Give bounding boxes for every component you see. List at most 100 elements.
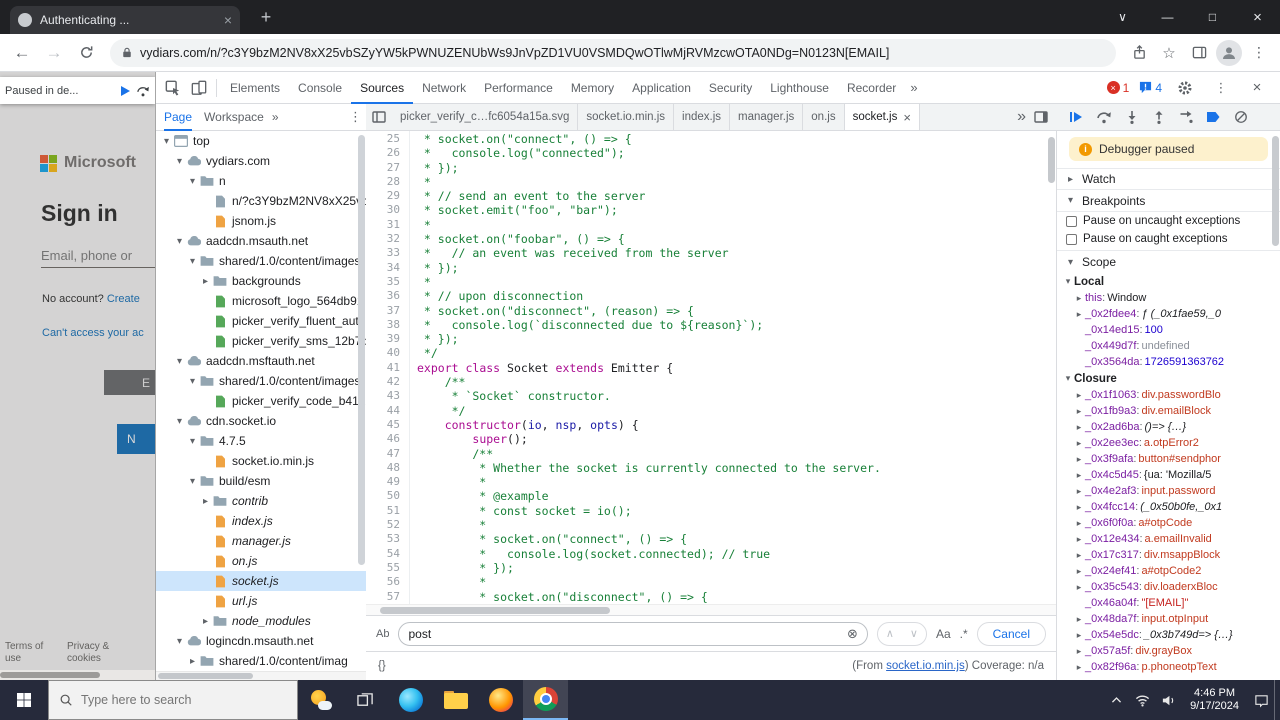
navigator-tab-page[interactable]: Page bbox=[164, 104, 192, 131]
format-code-button[interactable]: {} bbox=[378, 660, 386, 672]
step-into-button[interactable] bbox=[1125, 110, 1139, 124]
tree-item[interactable]: index.js bbox=[156, 511, 366, 531]
scope-variable[interactable]: ▸ _0x4e2af3: input.password bbox=[1057, 483, 1280, 499]
tree-item[interactable]: n/?c3Y9bzM2NV8xX25vb bbox=[156, 191, 366, 211]
step-button[interactable] bbox=[1179, 110, 1193, 124]
profile-avatar[interactable] bbox=[1216, 39, 1242, 66]
scope-variable[interactable]: ▸ _0x4fcc14: (_0x50b0fe,_0x1 bbox=[1057, 499, 1280, 515]
editor-horizontal-scrollbar[interactable] bbox=[366, 604, 1056, 615]
scope-variable[interactable]: _0x14ed15: 100 bbox=[1057, 322, 1280, 338]
inspect-element-icon[interactable] bbox=[160, 75, 186, 101]
editor-tab[interactable]: on.js bbox=[803, 104, 845, 130]
taskbar-clock[interactable]: 4:46 PM 9/17/2024 bbox=[1181, 687, 1248, 713]
tree-item[interactable]: socket.io.min.js bbox=[156, 451, 366, 471]
scope-variable[interactable]: ▸ _0x4c5d45: {ua: 'Mozilla/5 bbox=[1057, 467, 1280, 483]
editor-tab[interactable]: picker_verify_c…fc6054a15a.svg bbox=[392, 104, 579, 130]
tree-expanded-icon[interactable]: ▾ bbox=[173, 356, 186, 367]
lock-icon[interactable] bbox=[122, 46, 132, 59]
tree-collapsed-icon[interactable]: ▸ bbox=[199, 276, 212, 287]
device-toolbar-icon[interactable] bbox=[186, 75, 212, 101]
regex-toggle[interactable]: .* bbox=[960, 627, 968, 641]
maximize-button[interactable]: □ bbox=[1190, 0, 1235, 34]
navigator-vertical-scrollbar[interactable] bbox=[358, 135, 365, 565]
settings-gear-icon[interactable] bbox=[1172, 75, 1198, 101]
tree-collapsed-icon[interactable]: ▸ bbox=[1073, 486, 1085, 497]
tree-expanded-icon[interactable]: ▾ bbox=[173, 416, 186, 427]
tree-collapsed-icon[interactable]: ▸ bbox=[1073, 550, 1085, 561]
reload-button[interactable] bbox=[72, 39, 100, 67]
tree-item[interactable]: ▸ contrib bbox=[156, 491, 366, 511]
tree-item[interactable]: picker_verify_sms_12b7d bbox=[156, 331, 366, 351]
edge-icon[interactable] bbox=[388, 680, 433, 720]
tree-collapsed-icon[interactable]: ▸ bbox=[1073, 470, 1085, 481]
start-button[interactable] bbox=[0, 680, 48, 720]
tree-expanded-icon[interactable]: ▾ bbox=[173, 636, 186, 647]
devtools-tab-console[interactable]: Console bbox=[289, 72, 351, 104]
tree-item[interactable]: url.js bbox=[156, 591, 366, 611]
scope-variable[interactable]: ▸ _0x54e5dc: _0x3b749d=> {…} bbox=[1057, 627, 1280, 643]
scope-variable[interactable]: ▸ _0x2ee3ec: a.otpError2 bbox=[1057, 435, 1280, 451]
chrome-icon[interactable] bbox=[523, 680, 568, 720]
tree-collapsed-icon[interactable]: ▸ bbox=[1073, 454, 1085, 465]
scope-variable[interactable]: ▸ _0x1fb9a3: div.emailBlock bbox=[1057, 403, 1280, 419]
tree-collapsed-icon[interactable]: ▸ bbox=[1073, 390, 1085, 401]
error-badge[interactable]: × 1 bbox=[1106, 81, 1129, 95]
editor-tab[interactable]: socket.io.min.js bbox=[578, 104, 675, 130]
scope-variable[interactable]: ▸ _0x57a5f: div.grayBox bbox=[1057, 643, 1280, 659]
scope-variable[interactable]: ▸ _0x3f9afa: button#sendphor bbox=[1057, 451, 1280, 467]
editor-tab[interactable]: manager.js bbox=[730, 104, 804, 130]
tree-item[interactable]: ▾ aadcdn.msauth.net bbox=[156, 231, 366, 251]
tree-collapsed-icon[interactable]: ▸ bbox=[1073, 422, 1085, 433]
minimize-button[interactable]: — bbox=[1145, 0, 1190, 34]
step-over-button[interactable] bbox=[1096, 110, 1112, 124]
taskbar-search-input[interactable] bbox=[81, 693, 261, 707]
breakpoints-section-header[interactable]: ▾ Breakpoints bbox=[1057, 190, 1280, 212]
find-previous-button[interactable]: ∧ bbox=[878, 623, 902, 645]
devtools-tab-sources[interactable]: Sources bbox=[351, 72, 413, 104]
window-close-button[interactable]: × bbox=[1235, 0, 1280, 34]
editor-vertical-scrollbar[interactable] bbox=[1048, 137, 1055, 183]
action-center-icon[interactable] bbox=[1248, 680, 1274, 720]
scope-variable[interactable]: ▸ this: Window bbox=[1057, 290, 1280, 306]
resume-script-button[interactable] bbox=[1069, 110, 1083, 124]
checkbox-icon[interactable] bbox=[1066, 233, 1077, 245]
devtools-tab-recorder[interactable]: Recorder bbox=[838, 72, 905, 104]
tab-search-icon[interactable]: ∨ bbox=[1100, 0, 1145, 34]
task-view-icon[interactable] bbox=[343, 680, 388, 720]
share-icon[interactable] bbox=[1126, 40, 1152, 66]
tree-collapsed-icon[interactable]: ▸ bbox=[1073, 566, 1085, 577]
scope-variable[interactable]: ▸ _0x12e434: a.emailInvalid bbox=[1057, 531, 1280, 547]
firefox-icon[interactable] bbox=[478, 680, 523, 720]
tab-close-icon[interactable]: × bbox=[903, 110, 911, 125]
tree-item[interactable]: ▾ 4.7.5 bbox=[156, 431, 366, 451]
scope-section-closure[interactable]: ▾ Closure bbox=[1057, 370, 1280, 387]
tree-item[interactable]: manager.js bbox=[156, 531, 366, 551]
scope-variable[interactable]: _0x449d7f: undefined bbox=[1057, 338, 1280, 354]
tree-collapsed-icon[interactable]: ▸ bbox=[199, 616, 212, 627]
scope-variable[interactable]: ▸ _0x24ef41: a#otpCode2 bbox=[1057, 563, 1280, 579]
weather-widget-icon[interactable] bbox=[298, 680, 343, 720]
navigator-more-tabs-icon[interactable]: » bbox=[272, 110, 279, 124]
bookmark-star-icon[interactable]: ☆ bbox=[1156, 40, 1182, 66]
scope-variable[interactable]: ▸ _0x1f1063: div.passwordBlo bbox=[1057, 387, 1280, 403]
tree-collapsed-icon[interactable]: ▸ bbox=[1073, 518, 1085, 529]
tree-collapsed-icon[interactable]: ▸ bbox=[1073, 662, 1085, 673]
watch-section-header[interactable]: ▸ Watch bbox=[1057, 168, 1280, 190]
breakpoint-toggle[interactable]: Pause on uncaught exceptions bbox=[1057, 212, 1280, 230]
editor-tab[interactable]: index.js bbox=[674, 104, 731, 130]
pause-on-exceptions-button[interactable] bbox=[1234, 110, 1248, 124]
tree-collapsed-icon[interactable]: ▸ bbox=[1073, 614, 1085, 625]
tree-collapsed-icon[interactable]: ▸ bbox=[1073, 646, 1085, 657]
scrollbar-thumb[interactable] bbox=[0, 672, 100, 678]
scope-variable[interactable]: _0x3564da: 1726591363762 bbox=[1057, 354, 1280, 370]
tree-expanded-icon[interactable]: ▾ bbox=[186, 436, 199, 447]
side-panel-icon[interactable] bbox=[1186, 40, 1212, 66]
page-horizontal-scrollbar[interactable] bbox=[0, 670, 155, 680]
scrollbar-thumb[interactable] bbox=[158, 673, 253, 679]
tree-item[interactable]: socket.js bbox=[156, 571, 366, 591]
scope-variable[interactable]: ▸ _0x2ad6ba: ()=> {…} bbox=[1057, 419, 1280, 435]
tree-collapsed-icon[interactable]: ▸ bbox=[1073, 293, 1085, 304]
more-tabs-icon[interactable]: » bbox=[905, 80, 922, 95]
tab-close-icon[interactable]: × bbox=[224, 13, 232, 27]
tree-expanded-icon[interactable]: ▾ bbox=[160, 136, 173, 147]
